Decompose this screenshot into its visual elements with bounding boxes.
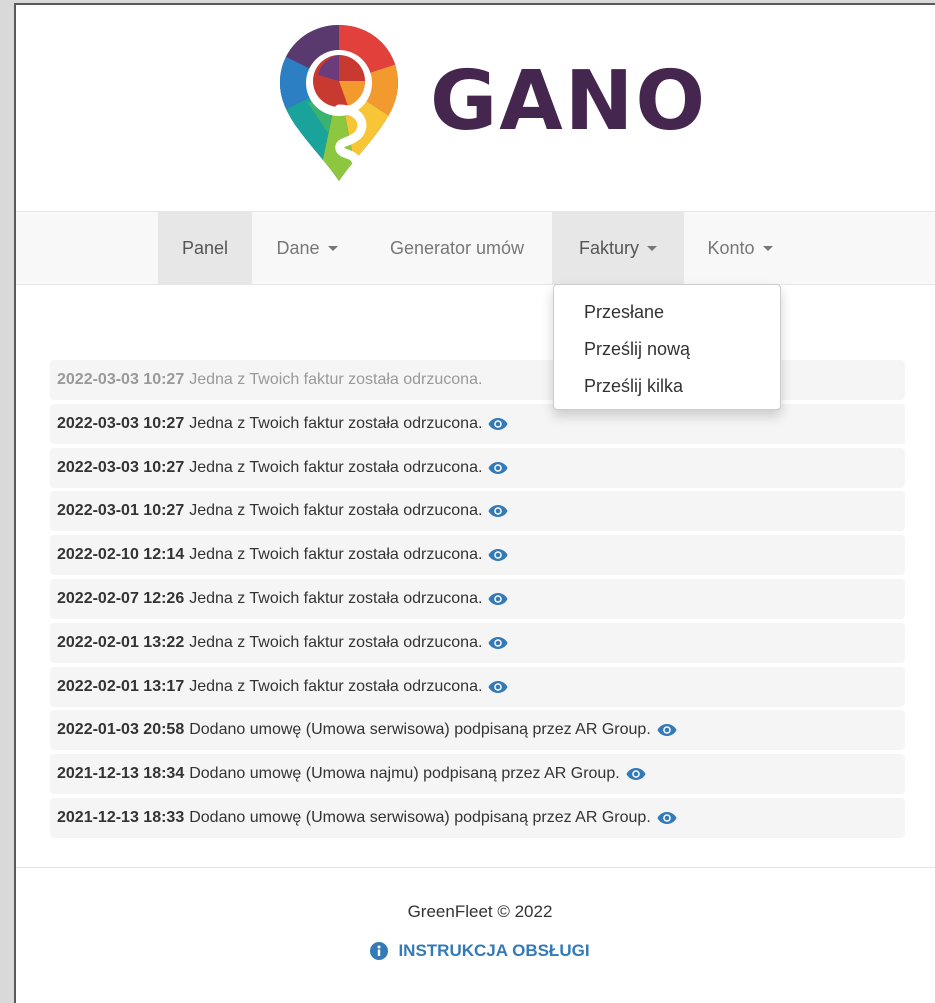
nav-item-label: Konto (707, 237, 755, 258)
notification-timestamp: 2021-12-13 18:34 (57, 765, 185, 783)
notification-item: 2022-02-01 13:22 Jedna z Twoich faktur zo… (50, 622, 905, 663)
notification-message: Dodano umowę (Umowa najmu) podpisaną prz… (189, 765, 620, 783)
notification-message: Dodano umowę (Umowa serwisowa) podpisaną… (189, 808, 651, 826)
notification-timestamp: 2022-02-01 13:22 (57, 633, 185, 651)
notification-item: 2022-03-01 10:27 Jedna z Twoich faktur zo… (50, 491, 905, 532)
nav-item-panel[interactable]: Panel (158, 212, 252, 284)
notification-timestamp: 2022-03-03 10:27 (57, 414, 185, 432)
dropdown-item-przeslij-nowa[interactable]: Prześlij nową (554, 331, 780, 368)
notification-message: Jedna z Twoich faktur została odrzucona. (189, 633, 483, 651)
eye-icon[interactable] (488, 680, 508, 694)
nav-item-generator-umow[interactable]: Generator umów (362, 212, 552, 284)
caret-down-icon (762, 245, 773, 251)
eye-icon[interactable] (488, 504, 508, 518)
eye-icon[interactable] (488, 636, 508, 650)
dropdown-item-przeslane[interactable]: Przesłane (554, 294, 780, 331)
footer-divider (16, 867, 935, 868)
notification-item: 2022-02-01 13:17 Jedna z Twoich faktur zo… (50, 666, 905, 707)
manual-link[interactable]: INSTRUKCJA OBSŁUGI (16, 941, 935, 961)
notification-message: Jedna z Twoich faktur została odrzucona. (189, 546, 483, 564)
brand-name: GANO (430, 54, 708, 149)
nav-item-label: Panel (181, 237, 229, 258)
notification-timestamp: 2022-01-03 20:58 (57, 721, 185, 739)
eye-icon[interactable] (488, 461, 508, 475)
main-navbar: Panel Dane Generator umów Faktury Konto (16, 211, 935, 285)
nav-item-label: Faktury (578, 237, 639, 258)
notification-timestamp: 2022-03-01 10:27 (57, 502, 185, 520)
caret-down-icon (647, 245, 657, 251)
notification-message: Dodano umowę (Umowa serwisowa) podpisaną… (189, 721, 651, 739)
notification-timestamp: 2022-02-10 12:14 (57, 546, 185, 564)
notification-message: Jedna z Twoich faktur została odrzucona. (189, 677, 483, 695)
notification-message: Jedna z Twoich faktur została odrzucona. (189, 589, 483, 607)
eye-icon[interactable] (488, 548, 508, 562)
eye-icon[interactable] (657, 811, 677, 825)
notification-timestamp: 2022-02-07 12:26 (57, 589, 185, 607)
eye-icon[interactable] (488, 417, 508, 431)
notification-list: 2022-03-03 10:27 Jedna z Twoich faktur zo… (50, 360, 905, 842)
notification-message: Jedna z Twoich faktur została odrzucona. (189, 502, 483, 520)
notification-timestamp: 2022-03-03 10:27 (57, 371, 185, 388)
nav-item-dane[interactable]: Dane (252, 212, 362, 284)
header-logo[interactable]: GANO (16, 5, 935, 211)
manual-link-label: INSTRUKCJA OBSŁUGI (398, 941, 590, 960)
notification-timestamp: 2021-12-13 18:33 (57, 808, 185, 826)
nav-item-label: Generator umów (389, 237, 525, 258)
dropdown-item-przeslij-kilka[interactable]: Prześlij kilka (554, 368, 780, 405)
notification-item: 2022-01-03 20:58 Dodano umowę (Umowa serw… (50, 710, 905, 751)
notification-timestamp: 2022-03-03 10:27 (57, 458, 185, 476)
notification-message: Jedna z Twoich faktur została odrzucona. (189, 414, 483, 432)
notification-item: 2022-02-07 12:26 Jedna z Twoich faktur zo… (50, 578, 905, 619)
caret-down-icon (327, 245, 338, 251)
eye-icon[interactable] (657, 723, 677, 737)
notification-item: 2021-12-13 18:34 Dodano umowę (Umowa najm… (50, 754, 905, 795)
eye-icon[interactable] (626, 767, 646, 781)
notification-item: 2022-03-03 10:27 Jedna z Twoich faktur zo… (50, 447, 905, 488)
eye-icon[interactable] (488, 592, 508, 606)
notification-message: Jedna z Twoich faktur została odrzucona. (189, 458, 483, 476)
nav-item-label: Dane (276, 237, 320, 258)
notification-message: Jedna z Twoich faktur została odrzucona. (189, 371, 483, 388)
notification-item: 2022-02-10 12:14 Jedna z Twoich faktur zo… (50, 535, 905, 576)
faktury-dropdown-menu: Przesłane Prześlij nową Prześlij kilka (553, 284, 781, 410)
notification-timestamp: 2022-02-01 13:17 (57, 677, 185, 695)
page-frame: GANO Panel Dane Generator umów Faktury K… (14, 3, 935, 1003)
notification-item: 2021-12-13 18:33 Dodano umowę (Umowa serw… (50, 797, 905, 838)
info-circle-icon (370, 942, 389, 960)
nav-item-faktury[interactable]: Faktury (552, 212, 684, 284)
nav-item-konto[interactable]: Konto (684, 212, 796, 284)
logo-pin-icon (280, 25, 398, 181)
footer-copyright: GreenFleet © 2022 (407, 902, 553, 921)
